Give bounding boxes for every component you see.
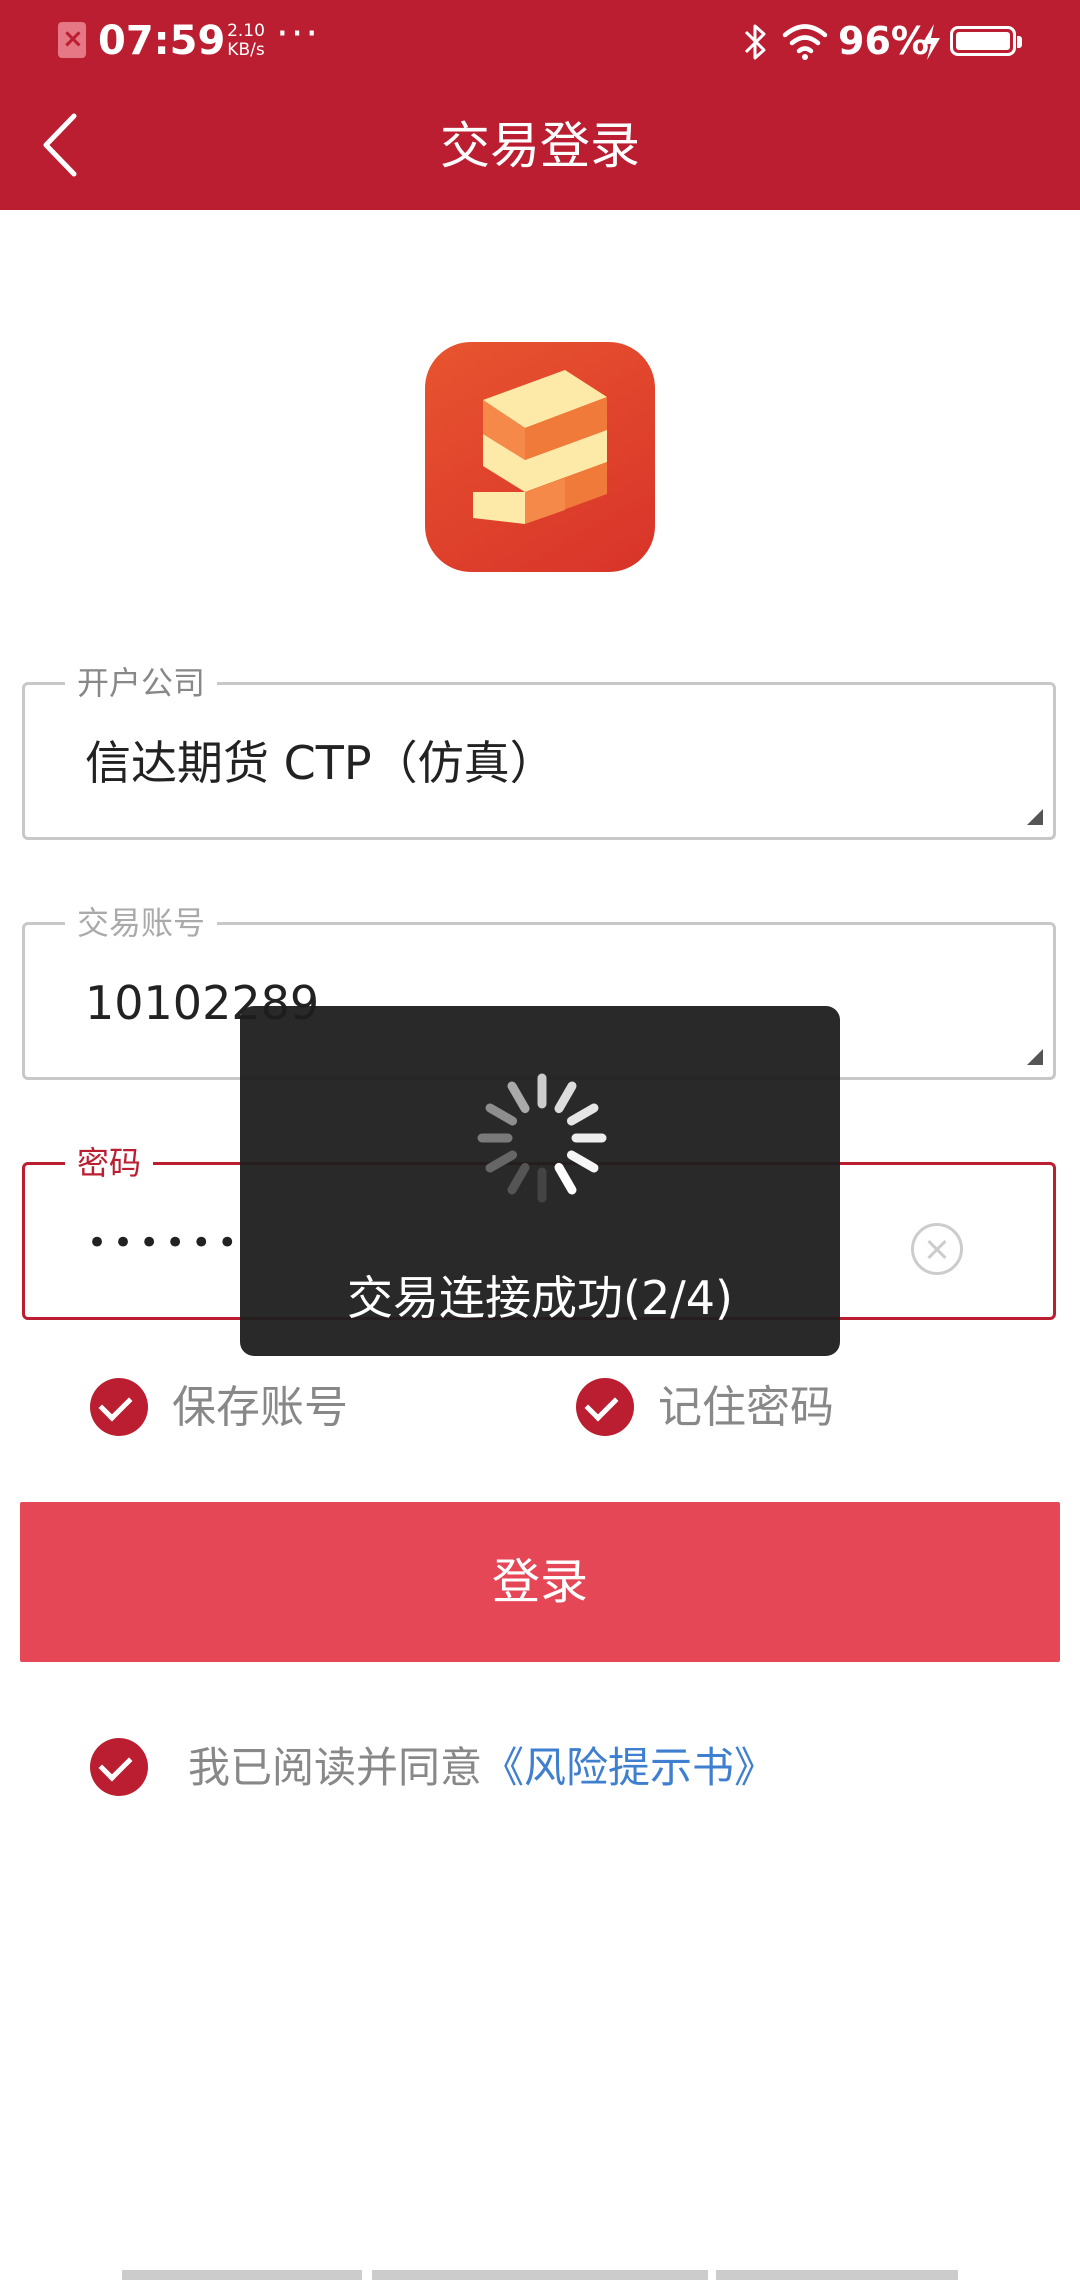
keyboard-edge [0,2270,1080,2280]
network-speed: 2.10 KB/s [216,22,276,60]
company-field[interactable]: 开户公司 信达期货 CTP（仿真） [22,663,1056,840]
company-value: 信达期货 CTP（仿真） [85,736,556,790]
password-label: 密码 [65,1143,154,1183]
dropdown-corner-icon [1027,809,1043,825]
risk-notice-link[interactable]: 《风险提示书》 [482,1743,776,1792]
toast-message: 交易连接成功(2/4) [347,1271,733,1325]
app-logo [425,342,655,572]
page-title: 交易登录 [440,117,640,175]
password-value: •••••• [87,1223,244,1263]
save-account-checkbox[interactable] [90,1378,148,1436]
loading-spinner-icon [477,1073,607,1203]
loading-toast: 交易连接成功(2/4) [240,1006,840,1356]
dropdown-corner-icon [1027,1049,1043,1065]
status-bar: 07:59 2.10 KB/s ··· 96% [0,0,1080,84]
charging-icon [922,24,940,60]
save-account-label: 保存账号 [172,1382,348,1433]
login-button[interactable]: 登录 [20,1502,1060,1662]
agreement-label: 我已阅读并同意 [188,1743,483,1792]
remember-password-checkbox[interactable] [576,1378,634,1436]
remember-password-label: 记住密码 [658,1382,834,1433]
account-label: 交易账号 [65,903,218,943]
status-time: 07:59 [98,18,226,64]
company-label: 开户公司 [65,663,218,703]
agree-checkbox[interactable] [90,1738,148,1796]
bluetooth-icon [744,24,766,60]
battery-percent: 96% [838,19,929,63]
clear-icon[interactable] [911,1223,963,1275]
agreement-text: 我已阅读并同意《风险提示书》 [188,1740,776,1796]
sim-error-icon [58,22,86,58]
more-notifications-icon: ··· [276,11,321,57]
s-logo-icon [473,370,607,524]
battery-icon [950,26,1022,56]
app-header: 07:59 2.10 KB/s ··· 96% 交易登录 [0,0,1080,210]
wifi-icon [782,24,828,60]
speed-unit: KB/s [227,40,265,60]
speed-value: 2.10 [227,21,265,41]
